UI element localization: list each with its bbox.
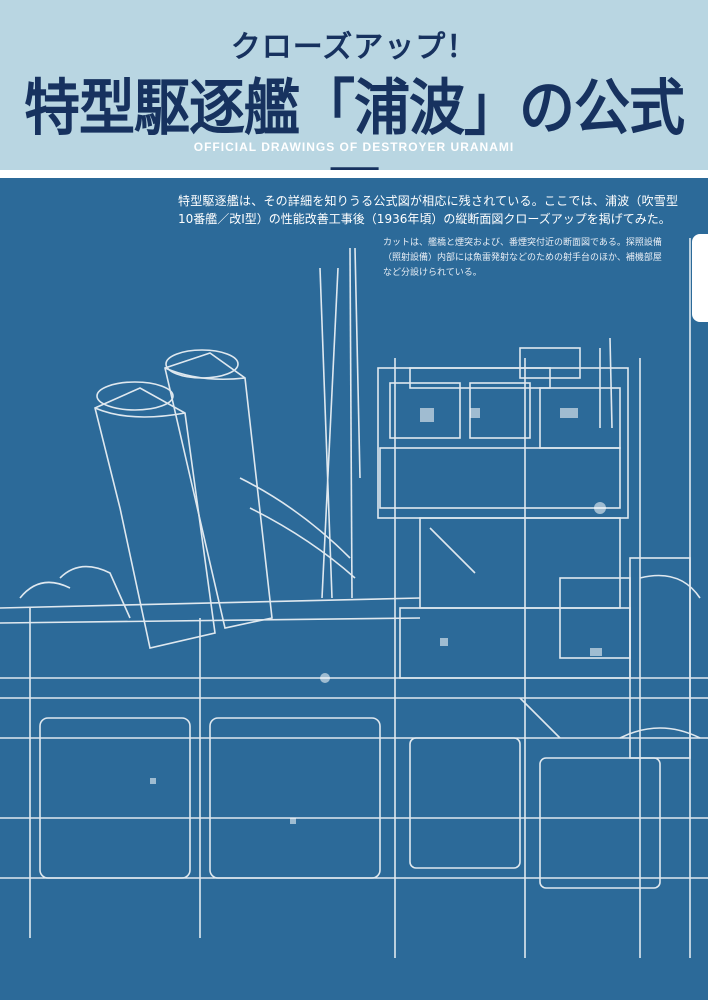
english-subtitle: OFFICIAL DRAWINGS OF DESTROYER URANAMI bbox=[193, 140, 515, 154]
blueprint-drawing bbox=[0, 238, 708, 958]
figure-caption: カットは、艦橋と煙突および、番煙突付近の断面図である。探照設備（照射設備）内部に… bbox=[383, 238, 662, 278]
divider bbox=[0, 170, 708, 178]
page-edge-tab bbox=[692, 234, 708, 322]
blueprint-panel: 特型駆逐艦は、その詳細を知りうる公式図が相応に残されている。ここでは、浦波（吹雪… bbox=[0, 178, 708, 1000]
lead-paragraph: 特型駆逐艦は、その詳細を知りうる公式図が相応に残されている。ここでは、浦波（吹雪… bbox=[178, 194, 678, 226]
header-band: クローズアップ！ 特型駆逐艦「浦波」の公式図 OFFICIAL DRAWINGS… bbox=[0, 0, 708, 231]
